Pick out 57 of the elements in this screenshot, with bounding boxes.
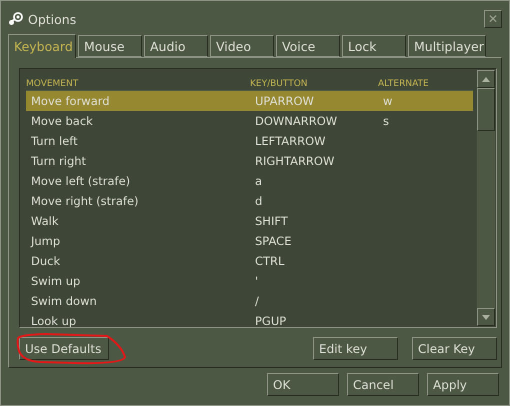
clear-key-button[interactable]: Clear Key bbox=[412, 337, 497, 360]
tab[interactable]: Mouse bbox=[78, 35, 142, 57]
table-cell-text: Swim up bbox=[30, 274, 82, 288]
tab[interactable]: Keyboard bbox=[8, 34, 76, 58]
edit-key-button[interactable]: Edit key bbox=[313, 337, 398, 360]
table-cell-text: Swim down bbox=[30, 294, 98, 308]
scrollbar-thumb[interactable] bbox=[477, 88, 495, 131]
tab[interactable]: Multiplayer bbox=[408, 35, 486, 57]
binding-row[interactable]: Duck CTRL bbox=[26, 251, 473, 271]
up-triangle-icon bbox=[482, 76, 490, 82]
table-cell-text: / bbox=[254, 294, 260, 308]
column-header: ALTERNATE bbox=[378, 78, 430, 91]
dialog-button[interactable]: Apply bbox=[427, 373, 499, 396]
table-cell-text: Move left (strafe) bbox=[30, 174, 132, 188]
table-cell-text: SPACE bbox=[254, 234, 292, 248]
table-cell-text: Turn right bbox=[30, 154, 88, 168]
table-cell-text: Turn left bbox=[30, 134, 79, 148]
table-cell-text: d bbox=[254, 194, 264, 208]
table-cell-text: UPARROW bbox=[254, 94, 315, 108]
table-cell-text: RIGHTARROW bbox=[254, 154, 336, 168]
use-defaults-button[interactable]: Use Defaults bbox=[19, 337, 109, 360]
scroll-up-button[interactable] bbox=[477, 70, 495, 88]
table-cell-text: PGUP bbox=[254, 314, 288, 327]
table-cell-text: a bbox=[254, 174, 264, 188]
tab[interactable]: Voice bbox=[276, 35, 340, 57]
scroll-down-button[interactable] bbox=[477, 308, 495, 326]
binding-row[interactable]: Turn right RIGHTARROW bbox=[26, 151, 473, 171]
table-cell-text: Walk bbox=[30, 214, 60, 228]
table-cell-text: CTRL bbox=[254, 254, 286, 268]
column-header: MOVEMENT bbox=[26, 78, 80, 91]
binding-row[interactable]: Jump SPACE bbox=[26, 231, 473, 251]
binding-row[interactable]: Walk SHIFT bbox=[26, 211, 473, 231]
table-cell-text: ' bbox=[254, 274, 260, 288]
table-cell-text: Move forward bbox=[30, 94, 111, 108]
table-cell-text: w bbox=[382, 94, 394, 108]
tab[interactable]: Video bbox=[210, 35, 274, 57]
window-title: Options bbox=[28, 12, 76, 26]
table-cell-text: Move back bbox=[30, 114, 94, 128]
binding-row[interactable]: Move left (strafe) a bbox=[26, 171, 473, 191]
tab[interactable]: Audio bbox=[144, 35, 208, 57]
table-cell-text: Jump bbox=[29, 234, 62, 248]
dialog-button[interactable]: Cancel bbox=[347, 373, 419, 396]
binding-row[interactable]: Swim down / bbox=[26, 291, 473, 311]
table-cell-text: DOWNARROW bbox=[254, 114, 338, 128]
binding-row[interactable]: Turn left LEFTARROW bbox=[26, 131, 473, 151]
table-cell-text: LEFTARROW bbox=[254, 134, 326, 148]
table-cell-text: SHIFT bbox=[254, 214, 289, 228]
table-cell-text: s bbox=[382, 114, 390, 128]
binding-row[interactable]: Move back DOWNARROW s bbox=[26, 111, 473, 131]
dialog-button[interactable]: OK bbox=[267, 373, 339, 396]
binding-row[interactable]: Move right (strafe) d bbox=[26, 191, 473, 211]
binding-row[interactable]: Swim up ' bbox=[26, 271, 473, 291]
table-cell-text: Duck bbox=[30, 254, 62, 268]
column-header: KEY/BUTTON bbox=[250, 78, 309, 91]
down-triangle-icon bbox=[482, 314, 490, 320]
tab[interactable]: Lock bbox=[342, 35, 406, 57]
table-cell-text: Move right (strafe) bbox=[30, 194, 140, 208]
